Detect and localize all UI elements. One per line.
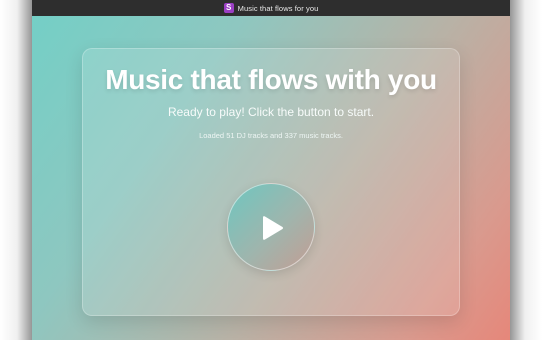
- window-title: Music that flows for you: [237, 3, 319, 13]
- player-card: Music that flows with you Ready to play!…: [82, 48, 460, 316]
- right-backdrop: [508, 0, 542, 340]
- main-content: Music that flows with you Ready to play!…: [32, 16, 510, 340]
- status-text: Ready to play! Click the button to start…: [167, 105, 375, 119]
- app-icon: S: [223, 3, 234, 13]
- page-title: Music that flows with you: [105, 64, 437, 95]
- play-icon: [263, 216, 283, 240]
- left-backdrop: [0, 0, 34, 340]
- window-titlebar[interactable]: S Music that flows for you: [32, 0, 510, 16]
- loaded-tracks-text: Loaded 51 DJ tracks and 337 music tracks…: [199, 131, 343, 140]
- app-window: S Music that flows for you Music that fl…: [32, 0, 510, 340]
- play-button[interactable]: [227, 183, 315, 271]
